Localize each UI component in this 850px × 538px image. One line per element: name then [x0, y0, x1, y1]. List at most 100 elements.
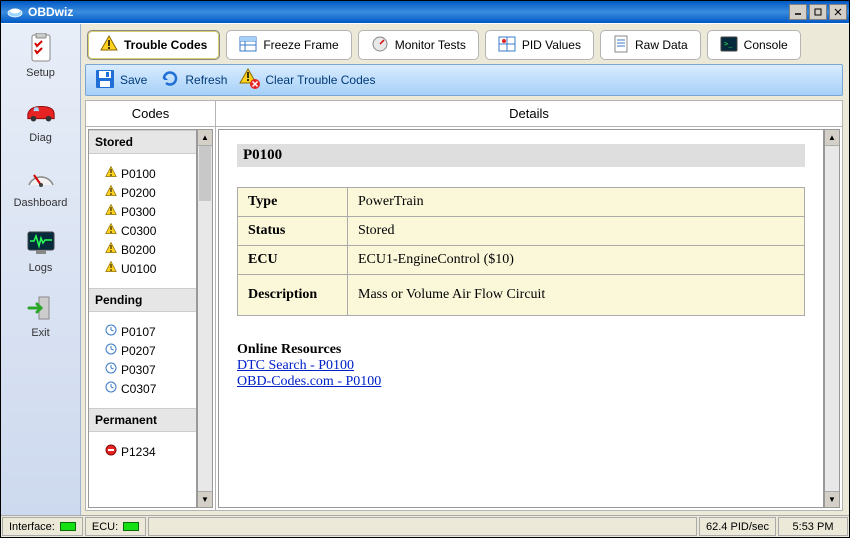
scroll-thumb[interactable]: [199, 146, 211, 201]
code-text: P0107: [121, 325, 156, 339]
code-text: U0100: [121, 262, 156, 276]
scroll-down-arrow[interactable]: ▼: [198, 491, 212, 507]
window-title: OBDwiz: [28, 5, 73, 19]
tab-label: Monitor Tests: [395, 38, 466, 52]
warning-delete-icon: [239, 68, 261, 93]
code-text: B0200: [121, 243, 156, 257]
exit-icon: [25, 292, 57, 324]
tab-console[interactable]: >_ Console: [707, 30, 801, 60]
warning-icon: [105, 261, 117, 276]
save-button[interactable]: Save: [94, 68, 147, 93]
clock-icon: [105, 343, 117, 358]
warning-icon: [105, 166, 117, 181]
status-ecu-label: ECU:: [92, 521, 118, 533]
code-text: P0100: [121, 167, 156, 181]
tab-label: PID Values: [522, 38, 581, 52]
clock-icon: [105, 324, 117, 339]
scroll-up-arrow[interactable]: ▲: [198, 130, 212, 146]
action-toolbar: Save Refresh Clear Trouble Codes: [85, 64, 843, 96]
nav-exit[interactable]: Exit: [9, 292, 73, 339]
code-row[interactable]: C0300: [89, 221, 196, 240]
warning-icon: [100, 35, 118, 56]
value-description: Mass or Volume Air Flow Circuit: [348, 275, 805, 316]
gauge-small-icon: [371, 35, 389, 56]
code-text: C0307: [121, 382, 156, 396]
tab-label: Trouble Codes: [124, 38, 207, 52]
value-ecu: ECU1-EngineControl ($10): [348, 246, 805, 275]
nav-setup[interactable]: Setup: [9, 32, 73, 79]
status-clock: 5:53 PM: [778, 517, 848, 536]
car-icon: [25, 97, 57, 129]
tab-trouble-codes[interactable]: Trouble Codes: [87, 30, 220, 60]
status-spacer: [148, 517, 697, 536]
led-indicator: [123, 522, 139, 531]
warning-icon: [105, 223, 117, 238]
code-row[interactable]: U0100: [89, 259, 196, 278]
svg-text:>_: >_: [724, 40, 733, 48]
tab-monitor-tests[interactable]: Monitor Tests: [358, 30, 479, 60]
grid-icon: [498, 36, 516, 55]
no-entry-icon: [105, 444, 117, 459]
code-text: P1234: [121, 445, 156, 459]
nav-logs[interactable]: Logs: [9, 227, 73, 274]
led-indicator: [60, 522, 76, 531]
refresh-icon: [159, 68, 181, 93]
close-button[interactable]: [829, 4, 847, 20]
status-interface-label: Interface:: [9, 521, 55, 533]
nav-dashboard-label: Dashboard: [14, 197, 68, 209]
code-text: P0307: [121, 363, 156, 377]
tab-bar: Trouble Codes Freeze Frame Monitor Tests…: [85, 28, 843, 60]
label-status: Status: [238, 217, 348, 246]
titlebar: OBDwiz: [1, 1, 849, 23]
codes-panel-header: Codes: [86, 101, 215, 127]
tab-label: Console: [744, 38, 788, 52]
tab-pid-values[interactable]: PID Values: [485, 30, 594, 60]
value-type: PowerTrain: [348, 188, 805, 217]
codes-list[interactable]: Stored P0100 P0200 P0300 C0300 B0200 U01…: [88, 129, 197, 508]
app-window: OBDwiz Setup Diag: [0, 0, 850, 538]
code-row[interactable]: P1234: [89, 442, 196, 461]
warning-icon: [105, 185, 117, 200]
code-text: P0200: [121, 186, 156, 200]
link-dtc-search[interactable]: DTC Search - P0100: [237, 358, 805, 374]
code-row[interactable]: P0300: [89, 202, 196, 221]
clipboard-check-icon: [25, 32, 57, 64]
refresh-button[interactable]: Refresh: [159, 68, 227, 93]
table-icon: [239, 36, 257, 55]
code-row[interactable]: P0107: [89, 322, 196, 341]
scroll-up-arrow[interactable]: ▲: [825, 130, 839, 146]
code-row[interactable]: P0100: [89, 164, 196, 183]
code-row[interactable]: P0307: [89, 360, 196, 379]
console-icon: >_: [720, 36, 738, 55]
clear-label: Clear Trouble Codes: [265, 73, 375, 87]
clear-codes-button[interactable]: Clear Trouble Codes: [239, 68, 375, 93]
detail-info-table: TypePowerTrain StatusStored ECUECU1-Engi…: [237, 187, 805, 316]
scroll-down-arrow[interactable]: ▼: [825, 491, 839, 507]
nav-exit-label: Exit: [31, 327, 49, 339]
link-obd-codes[interactable]: OBD-Codes.com - P0100: [237, 374, 805, 390]
clock-icon: [105, 362, 117, 377]
code-row[interactable]: P0207: [89, 341, 196, 360]
section-stored: Stored: [89, 130, 196, 154]
tab-freeze-frame[interactable]: Freeze Frame: [226, 30, 351, 60]
refresh-label: Refresh: [185, 73, 227, 87]
tab-label: Freeze Frame: [263, 38, 338, 52]
details-scrollbar[interactable]: ▲ ▼: [824, 129, 840, 508]
tab-label: Raw Data: [635, 38, 688, 52]
nav-dashboard[interactable]: Dashboard: [9, 162, 73, 209]
app-icon: [7, 4, 23, 20]
nav-diag[interactable]: Diag: [9, 97, 73, 144]
maximize-button[interactable]: [809, 4, 827, 20]
code-row[interactable]: P0200: [89, 183, 196, 202]
status-pid-rate: 62.4 PID/sec: [699, 517, 776, 536]
nav-logs-label: Logs: [29, 262, 53, 274]
warning-icon: [105, 204, 117, 219]
tab-raw-data[interactable]: Raw Data: [600, 30, 701, 60]
code-row[interactable]: B0200: [89, 240, 196, 259]
code-row[interactable]: C0307: [89, 379, 196, 398]
codes-scrollbar[interactable]: ▲ ▼: [197, 129, 213, 508]
content-area: Codes Stored P0100 P0200 P0300 C0300 B02…: [85, 100, 843, 511]
section-pending: Pending: [89, 288, 196, 312]
minimize-button[interactable]: [789, 4, 807, 20]
online-resources-heading: Online Resources: [237, 342, 805, 358]
